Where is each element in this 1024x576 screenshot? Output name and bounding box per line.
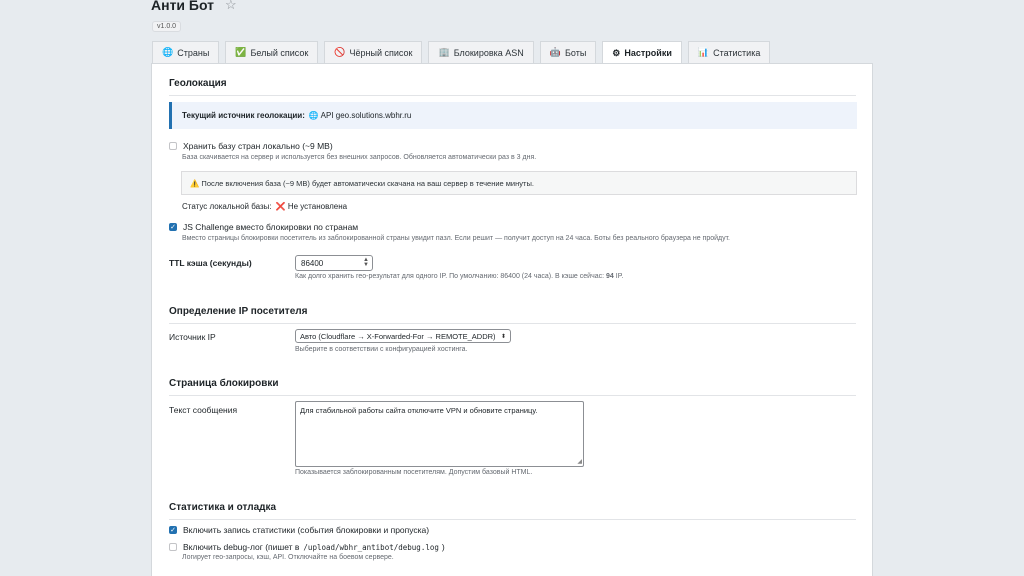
message-description: Показывается заблокированным посетителям…: [295, 469, 533, 476]
gear-icon: ⚙: [612, 47, 621, 58]
local-db-description: База скачивается на сервер и используетс…: [182, 154, 537, 161]
chevron-updown-icon: ⬍: [500, 333, 506, 340]
globe-icon: 🌐: [162, 47, 174, 57]
ttl-cache-count: 94: [606, 273, 614, 280]
local-db-checkbox[interactable]: [169, 142, 177, 150]
tab-settings[interactable]: ⚙ Настройки: [602, 41, 682, 64]
ip-source-value: Авто (Cloudflare → X-Forwarded-For → REM…: [300, 331, 496, 341]
debug-log-label-suffix: ): [441, 542, 445, 552]
chart-icon: 📊: [697, 47, 710, 57]
local-db-label: Хранить базу стран локально (~9 MB): [183, 141, 333, 151]
message-label: Текст сообщения: [169, 405, 238, 415]
section-heading-geo: Геолокация: [169, 78, 856, 96]
tab-label: Боты: [564, 47, 587, 58]
ip-source-description: Выберите в соответствии с конфигурацией …: [295, 346, 468, 353]
tab-asn-block[interactable]: 🏢 Блокировка ASN: [428, 41, 534, 63]
debug-log-description: Логирует гео-запросы, кэш, API. Отключай…: [182, 554, 394, 561]
tab-bar: 🌐 Страны ✅ Белый список 🚫 Чёрный список …: [152, 41, 776, 64]
geo-source-value: 🌐 API geo.solutions.wbhr.ru: [308, 111, 412, 120]
ip-source-label: Источник IP: [169, 332, 216, 342]
local-db-option[interactable]: Хранить базу стран локально (~9 MB): [169, 141, 333, 151]
tab-label: Чёрный список: [349, 47, 413, 58]
tab-label: Статистика: [713, 47, 761, 58]
page-header: Анти Бот ☆: [151, 0, 237, 13]
geo-source-notice: Текущий источник геолокации: 🌐 API geo.s…: [169, 102, 857, 129]
tab-blacklist[interactable]: 🚫 Чёрный список: [324, 41, 423, 63]
local-db-status: Статус локальной базы: ❌ Не установлена: [182, 202, 347, 211]
tab-countries[interactable]: 🌐 Страны: [152, 41, 220, 63]
tab-bots[interactable]: 🤖 Боты: [539, 41, 597, 63]
version-badge: v1.0.0: [152, 21, 182, 32]
ttl-input[interactable]: 86400 ▲ ▼: [295, 255, 373, 271]
section-heading-ip: Определение IP посетителя: [169, 306, 856, 324]
js-challenge-option[interactable]: ✓ JS Challenge вместо блокировки по стра…: [169, 222, 358, 232]
debug-log-option[interactable]: Включить debug-лог (пишет в /upload/wbhr…: [169, 542, 445, 552]
js-challenge-label: JS Challenge вместо блокировки по страна…: [183, 222, 359, 232]
resize-handle-icon[interactable]: ◢: [577, 458, 582, 465]
local-db-status-label: Статус локальной базы:: [182, 202, 272, 211]
message-value: Для стабильной работы сайта отключите VP…: [300, 406, 538, 415]
tab-label: Страны: [177, 47, 210, 58]
message-textarea[interactable]: Для стабильной работы сайта отключите VP…: [295, 401, 584, 467]
forbidden-icon: 🚫: [334, 47, 346, 57]
local-db-warning: ⚠️ После включения база (~9 MB) будет ав…: [181, 171, 857, 195]
debug-log-label-prefix: Включить debug-лог (пишет в: [183, 542, 300, 552]
robot-icon: 🤖: [549, 47, 561, 57]
check-icon: ✅: [235, 47, 247, 57]
settings-panel: Геолокация Текущий источник геолокации: …: [151, 63, 873, 576]
ttl-value: 86400: [301, 258, 324, 268]
geo-source-label: Текущий источник геолокации:: [182, 111, 305, 120]
tab-label: Белый список: [250, 47, 309, 58]
building-icon: 🏢: [438, 47, 450, 57]
tab-label: Настройки: [624, 48, 672, 58]
stats-log-option[interactable]: ✓ Включить запись статистики (события бл…: [169, 525, 429, 535]
stepper-arrows-icon[interactable]: ▲ ▼: [363, 257, 372, 268]
star-icon[interactable]: ☆: [225, 0, 237, 13]
ttl-description: Как долго хранить гео-результат для одно…: [295, 273, 624, 280]
tab-statistics[interactable]: 📊 Статистика: [687, 41, 771, 63]
stats-log-checkbox[interactable]: ✓: [169, 526, 177, 534]
tab-label: Блокировка ASN: [453, 47, 524, 58]
debug-log-checkbox[interactable]: [169, 543, 177, 551]
section-heading-stats: Статистика и отладка: [169, 502, 856, 520]
local-db-status-value: ❌ Не установлена: [275, 202, 348, 211]
stats-log-label: Включить запись статистики (события блок…: [183, 525, 430, 535]
ttl-label: TTL кэша (секунды): [169, 258, 252, 268]
js-challenge-description: Вместо страницы блокировки посетитель из…: [182, 235, 730, 242]
tab-whitelist[interactable]: ✅ Белый список: [225, 41, 319, 63]
section-heading-block-page: Страница блокировки: [169, 378, 856, 396]
ip-source-select[interactable]: Авто (Cloudflare → X-Forwarded-For → REM…: [295, 329, 511, 343]
js-challenge-checkbox[interactable]: ✓: [169, 223, 177, 231]
debug-log-path: /upload/wbhr_antibot/debug.log: [303, 542, 439, 552]
page-title: Анти Бот: [151, 0, 215, 13]
